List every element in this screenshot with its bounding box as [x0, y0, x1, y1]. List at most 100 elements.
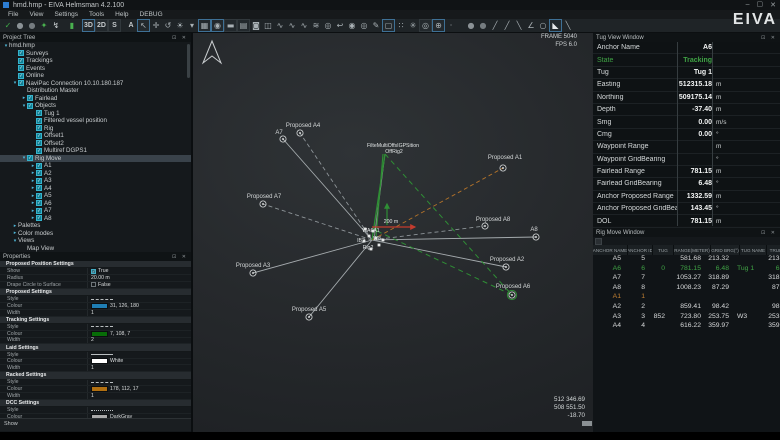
property-section-header[interactable]: Proposed Position Settings	[0, 261, 191, 269]
property-value[interactable]	[88, 296, 191, 302]
table-row-a3[interactable]: A3 3 852 723.80 253.75 W3 253.75	[593, 313, 780, 323]
column-header-grid-brg-[interactable]: GRID BRG(°)	[711, 245, 739, 255]
property-row[interactable]: Width 1	[0, 393, 191, 400]
winch-icon[interactable]: ≋	[310, 20, 322, 32]
property-row[interactable]: Colour 7, 108, 7	[0, 330, 191, 338]
color-swatch[interactable]	[91, 302, 108, 309]
tree-item-color-modes[interactable]: ▸ Color modes	[0, 230, 191, 238]
tree-item-a2[interactable]: ▸ ✓ A2	[0, 170, 191, 178]
table-row-a1[interactable]: A1 1	[593, 293, 780, 303]
table-row-a8[interactable]: A8 8 1008.23 87.29 87.30	[593, 284, 780, 294]
anchor-node-a8[interactable]: A8	[530, 227, 540, 241]
map-canvas[interactable]: A7Proposed A4 Proposed A7 Proposed A3 Propo…	[193, 33, 593, 432]
color-swatch[interactable]	[91, 414, 108, 418]
panel-buttons[interactable]: ⊡ ✕	[761, 35, 777, 41]
checkbox-icon[interactable]: ✓	[36, 132, 42, 139]
tree-item-tug-1[interactable]: ✓ Tug 1	[0, 110, 191, 118]
seabed-image-icon[interactable]: ▤	[237, 19, 250, 32]
property-row[interactable]: Drape Circle to Surface False	[0, 282, 191, 289]
circle-tool-icon[interactable]: ○	[537, 20, 549, 32]
property-value[interactable]: 1	[88, 393, 191, 399]
checkbox-icon[interactable]: ✓	[36, 117, 42, 124]
table-row-a7[interactable]: A7 7 1053.27 318.89 318.90	[593, 274, 780, 284]
tree-item-trackings[interactable]: ✓ Trackings	[0, 57, 191, 65]
target2-icon[interactable]: ⊕	[432, 19, 445, 32]
tree-item-online[interactable]: ✓ Online	[0, 72, 191, 80]
property-section-header[interactable]: Racked Settings	[0, 372, 191, 380]
view-2d-button[interactable]: 2D	[95, 19, 108, 32]
pan-icon[interactable]: ✛	[150, 20, 162, 32]
column-header-range-meter-[interactable]: RANGE(METER)	[674, 245, 710, 255]
map-scrollbar-handle[interactable]	[582, 421, 592, 426]
tree-item-hmd-hmp[interactable]: ▾ hmd.hmp	[0, 42, 191, 50]
property-value[interactable]: 31, 126, 180	[88, 302, 191, 309]
sphere-icon[interactable]: ●	[26, 20, 38, 32]
anchor-node-proposed-a7[interactable]: Proposed A7	[247, 194, 282, 208]
property-row[interactable]: Colour 178, 112, 17	[0, 386, 191, 394]
tree-item-a5[interactable]: ▸ ✓ A5	[0, 192, 191, 200]
column-header-true-brg-[interactable]: TRUE BRG(°)	[767, 245, 780, 255]
menu-tools[interactable]: Tools	[89, 11, 104, 18]
checkbox-icon[interactable]: ✓	[18, 65, 24, 72]
table-row-a4[interactable]: A4 4 616.22 359.97 359.98	[593, 322, 780, 332]
surface-icon[interactable]: ▬	[224, 19, 237, 32]
panel-buttons[interactable]: ⊡ ✕	[172, 254, 188, 260]
auto-label[interactable]: A	[125, 20, 137, 32]
property-row[interactable]: Width 1	[0, 310, 191, 317]
table-row-a6[interactable]: A6 6 0 781.15 6.48 Tug 1 6.48	[593, 265, 780, 275]
camera-icon[interactable]: ◙	[250, 20, 262, 32]
circle-b-icon[interactable]: ●	[477, 20, 489, 32]
visibility-icon[interactable]: ◎	[358, 20, 370, 32]
tree-item-a3[interactable]: ▸ ✓ A3	[0, 177, 191, 185]
property-value[interactable]: 1	[88, 365, 191, 371]
anchor-node-proposed-a6[interactable]: Proposed A6	[496, 284, 531, 301]
property-value[interactable]	[88, 352, 191, 358]
target-icon[interactable]: ◎	[419, 19, 432, 32]
property-value[interactable]: White	[88, 358, 191, 365]
column-header-anchor-name[interactable]: ANCHOR NAME	[593, 245, 627, 255]
profile-icon-3[interactable]: ∿	[298, 20, 310, 32]
battery-icon[interactable]: ▮	[66, 20, 78, 32]
tree-item-palettes[interactable]: ▸ Palettes	[0, 222, 191, 230]
anchor-node-proposed-a1[interactable]: Proposed A1	[488, 155, 523, 172]
column-header-anchor-id[interactable]: ANCHOR ID	[628, 245, 652, 255]
checkbox-icon[interactable]: ✓	[36, 170, 42, 177]
checkbox-icon[interactable]: ✓	[36, 215, 42, 222]
checkbox-icon[interactable]: ✓	[91, 268, 96, 274]
dot-icon[interactable]: ·	[445, 20, 457, 32]
property-section-header[interactable]: DCC Settings	[0, 399, 191, 408]
map-view[interactable]: A7 Proposed A4 Proposed A7 Proposed A3 Propo…	[193, 33, 593, 432]
property-row[interactable]: Width 2	[0, 337, 191, 345]
minimize-button[interactable]: –	[746, 1, 750, 9]
vessel-marker[interactable]	[367, 234, 371, 238]
tree-item-distribution-master[interactable]: Distribution Master	[0, 87, 191, 95]
property-row[interactable]: Width 1	[0, 365, 191, 373]
checkbox-icon[interactable]: ✓	[36, 192, 42, 199]
tree-item-navipac-connection-10-10-180-187[interactable]: ▾ ✓ NaviPac Connection 10.10.180.187	[0, 80, 191, 88]
anchor-node-proposed-a4[interactable]: Proposed A4	[286, 123, 321, 137]
property-section-header[interactable]: Laid Settings	[0, 344, 191, 352]
tree-item-surveys[interactable]: ✓ Surveys	[0, 50, 191, 58]
column-header-tug-name[interactable]: TUG NAME	[740, 245, 766, 255]
tree-item-offset1[interactable]: ✓ Offset1	[0, 132, 191, 140]
checkbox-icon[interactable]: ✓	[36, 185, 42, 192]
close-button[interactable]: ✕	[770, 1, 776, 9]
tree-item-events[interactable]: ✓ Events	[0, 65, 191, 73]
checkbox-icon[interactable]: ✓	[18, 80, 24, 87]
table-menu-icon[interactable]	[595, 237, 602, 245]
monitor-icon[interactable]: ▢	[382, 19, 395, 32]
checkbox-icon[interactable]: ✓	[36, 200, 42, 207]
undo-icon[interactable]: ↩	[334, 20, 346, 32]
tree-item-multiref-dgps1[interactable]: ✓ Multiref DGPS1	[0, 147, 191, 155]
checkbox-icon[interactable]: ✓	[18, 72, 24, 79]
eye-icon[interactable]: ◉	[346, 20, 358, 32]
menu-debug[interactable]: DEBUG	[140, 11, 163, 18]
ray-icon[interactable]: ╲	[562, 20, 574, 32]
property-value[interactable]	[88, 407, 191, 413]
world-icon[interactable]: ◉	[211, 19, 224, 32]
select-cursor-icon[interactable]: ↖	[137, 19, 150, 32]
location-pin-icon[interactable]: ◎	[322, 20, 334, 32]
property-section-header[interactable]: Tracking Settings	[0, 316, 191, 324]
menu-settings[interactable]: Settings	[54, 11, 78, 18]
grid-icon[interactable]: ▦	[198, 19, 211, 32]
